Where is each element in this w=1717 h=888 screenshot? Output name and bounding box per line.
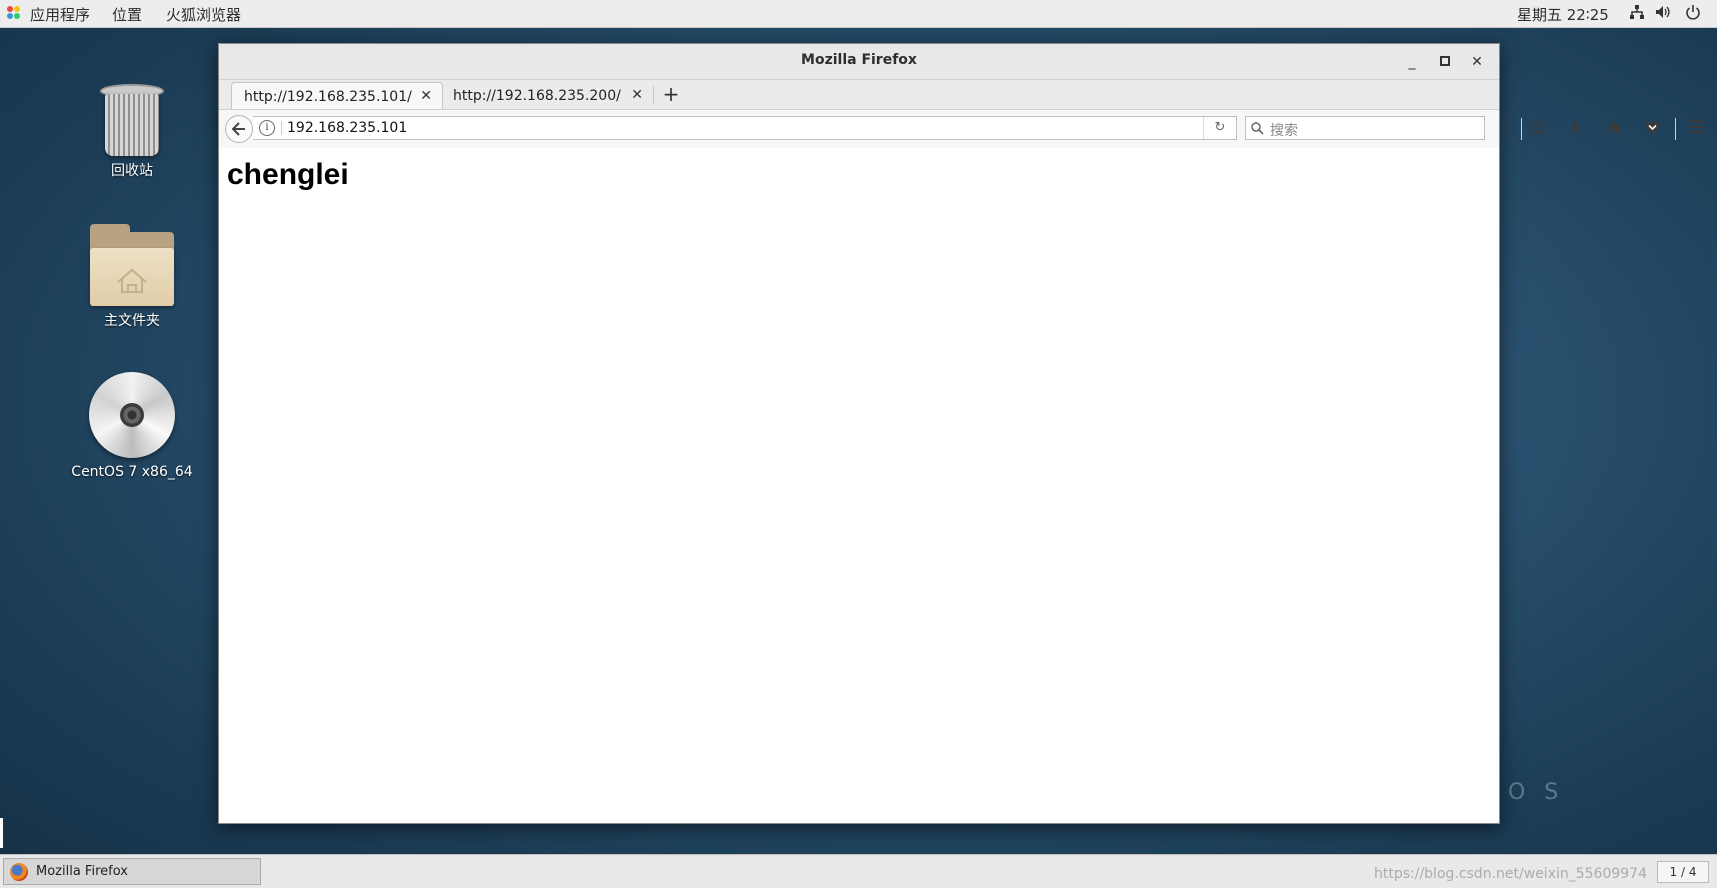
power-icon[interactable] — [1684, 4, 1702, 22]
taskbar-label: Mozilla Firefox — [36, 864, 128, 879]
firefox-icon — [10, 863, 28, 881]
menu-icon[interactable] — [1685, 119, 1707, 139]
reading-list-icon[interactable] — [1527, 119, 1549, 139]
tab-close-icon[interactable]: ✕ — [631, 87, 643, 103]
cd-icon — [89, 372, 175, 458]
back-button[interactable] — [225, 115, 253, 143]
network-icon[interactable] — [1628, 4, 1646, 22]
url-text[interactable]: 192.168.235.101 — [287, 120, 407, 136]
bookmark-star-icon[interactable]: ☆ — [1495, 119, 1517, 139]
minimize-button[interactable]: _ — [1402, 52, 1422, 72]
workspace-pager[interactable]: 1 / 4 — [1657, 861, 1709, 883]
applications-menu-icon[interactable] — [7, 6, 21, 20]
page-content: chenglei — [219, 148, 1499, 823]
new-tab-button[interactable]: + — [659, 82, 683, 106]
desktop-icon-cd[interactable]: CentOS 7 x86_64 — [52, 372, 212, 480]
desktop-icon-label: 主文件夹 — [104, 313, 160, 329]
desktop-icon-trash[interactable]: 回收站 — [52, 80, 212, 180]
firefox-window: Mozilla Firefox _ ✕ http://192.168.235.1… — [218, 43, 1703, 824]
maximize-button[interactable] — [1435, 52, 1455, 72]
desktop-icon-label: 回收站 — [111, 163, 153, 179]
desktop-icon-label: CentOS 7 x86_64 — [71, 464, 193, 480]
pocket-icon[interactable] — [1641, 119, 1663, 139]
window-titlebar[interactable]: Mozilla Firefox _ ✕ — [219, 44, 1499, 80]
reload-icon[interactable]: ↻ — [1203, 117, 1236, 139]
download-icon[interactable] — [1565, 119, 1587, 139]
search-icon — [1251, 119, 1264, 139]
taskbar-firefox-button[interactable]: Mozilla Firefox — [3, 858, 261, 885]
window-title: Mozilla Firefox — [801, 52, 917, 68]
page-heading: chenglei — [227, 158, 349, 191]
tab-bar: http://192.168.235.101/ ✕ http://192.168… — [219, 80, 1499, 110]
tab-2[interactable]: http://192.168.235.200/ ✕ — [441, 82, 653, 109]
taskbar: Mozilla Firefox https://blog.csdn.net/we… — [0, 854, 1717, 888]
tab-1[interactable]: http://192.168.235.101/ ✕ — [231, 82, 443, 109]
desktop-watermark-os: O S — [1508, 780, 1565, 805]
top-panel: 应用程序 位置 火狐浏览器 星期五 22∶25 — [0, 0, 1717, 28]
tab-label: http://192.168.235.101/ — [244, 89, 412, 105]
places-menu[interactable]: 位置 — [112, 4, 142, 25]
navigation-bar: i 192.168.235.101 ↻ 搜索 ☆ — [219, 110, 1703, 149]
search-field[interactable]: 搜索 — [1245, 116, 1485, 140]
close-button[interactable]: ✕ — [1467, 52, 1487, 72]
volume-icon[interactable] — [1654, 4, 1672, 22]
clock[interactable]: 星期五 22∶25 — [1517, 4, 1609, 25]
info-icon[interactable]: i — [259, 120, 275, 136]
watermark-text: https://blog.csdn.net/weixin_55609974 — [1373, 866, 1647, 882]
applications-menu[interactable]: 应用程序 — [30, 4, 90, 25]
home-icon[interactable] — [1603, 119, 1625, 139]
tab-close-icon[interactable]: ✕ — [420, 88, 432, 104]
active-app-menu[interactable]: 火狐浏览器 — [166, 4, 241, 25]
home-folder-icon — [90, 224, 174, 306]
desktop-icon-home-folder[interactable]: 主文件夹 — [52, 224, 212, 330]
url-bar[interactable]: i 192.168.235.101 ↻ — [253, 116, 1237, 140]
tab-label: http://192.168.235.200/ — [453, 88, 621, 104]
search-placeholder: 搜索 — [1270, 123, 1298, 139]
